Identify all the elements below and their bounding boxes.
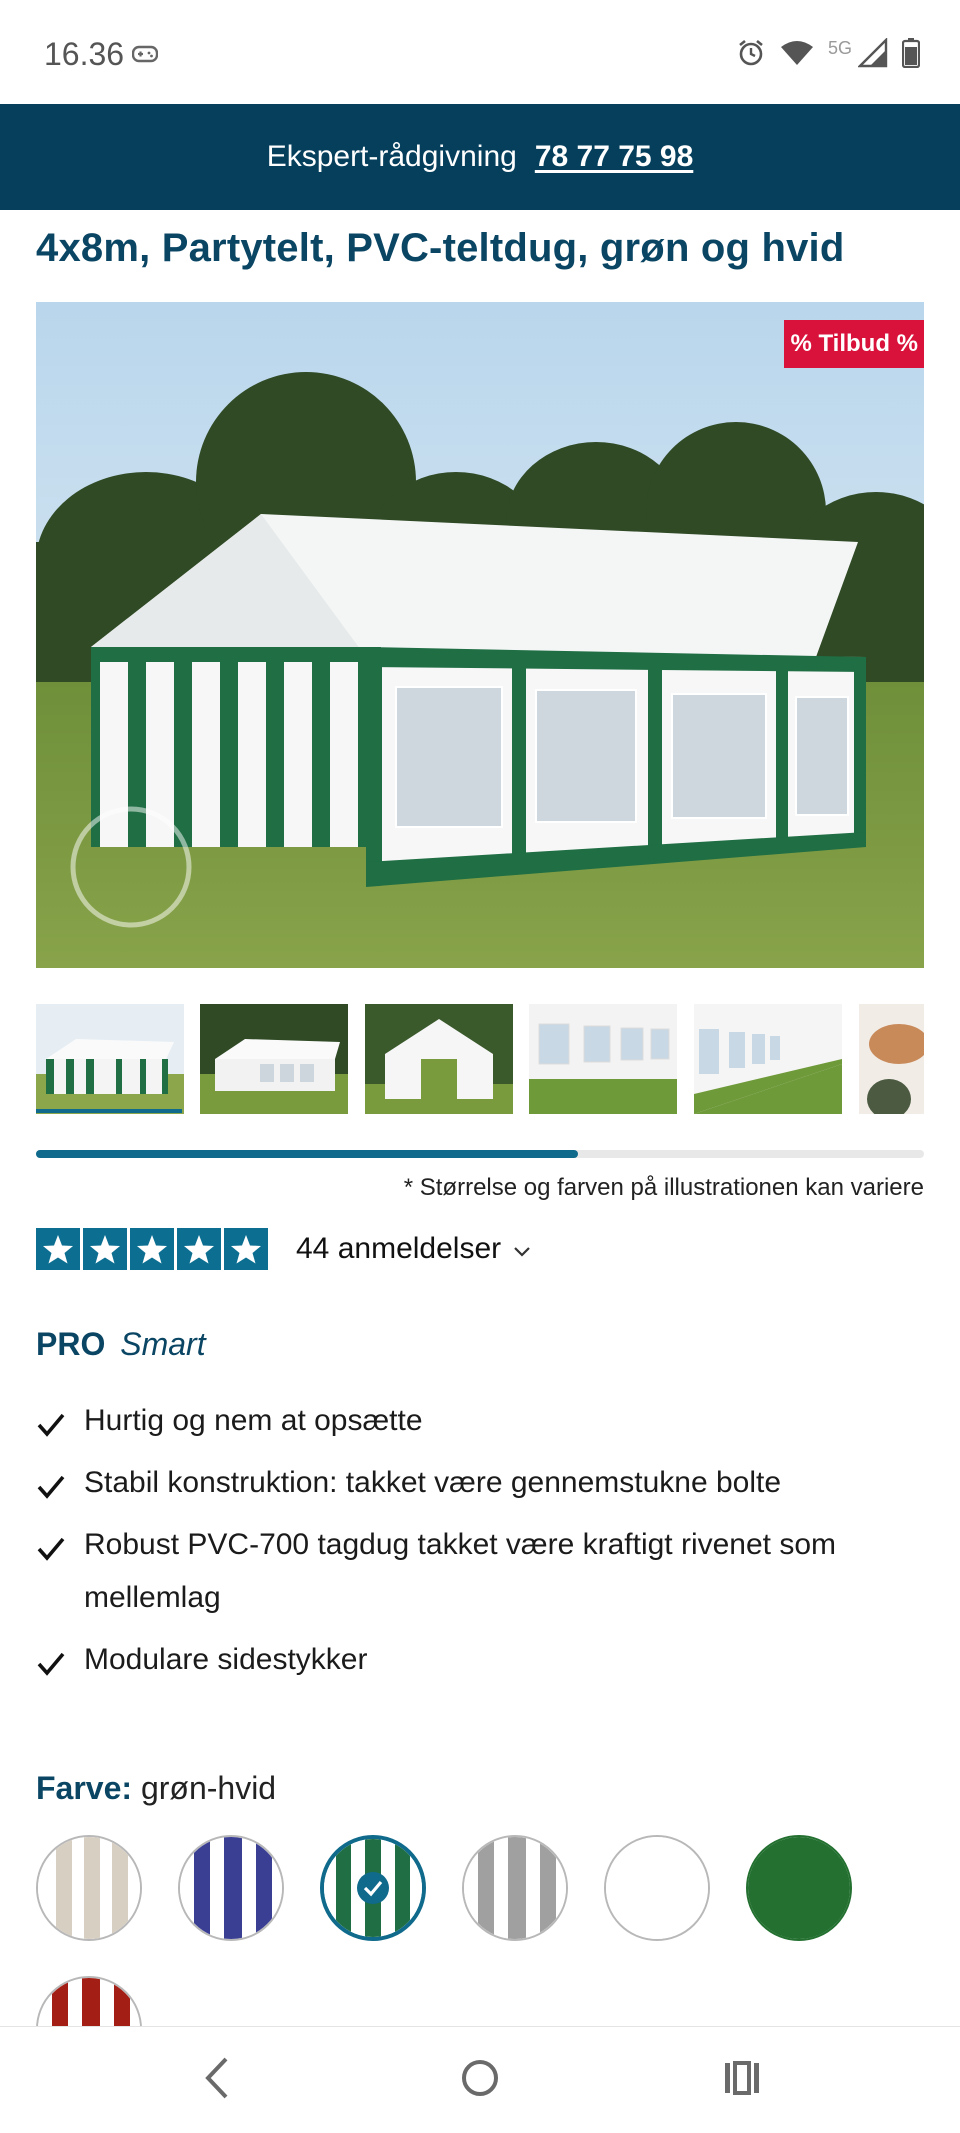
check-icon xyxy=(36,1466,66,1519)
thumbnail[interactable] xyxy=(529,1004,677,1114)
expert-label: Ekspert-rådgivning xyxy=(266,140,517,173)
offer-badge: % Tilbud % xyxy=(784,320,924,368)
feature-item: Robust PVC-700 tagdug takket være krafti… xyxy=(36,1518,916,1624)
thumbnail[interactable] xyxy=(200,1004,348,1114)
system-nav-bar xyxy=(0,2026,960,2133)
color-swatch-white[interactable] xyxy=(604,1835,710,1941)
expert-phone-link[interactable]: 78 77 75 98 xyxy=(535,140,693,174)
illustration-disclaimer: * Størrelse og farven på illustrationen … xyxy=(403,1174,924,1201)
star-icon xyxy=(83,1228,127,1270)
product-line-variant: Smart xyxy=(120,1326,206,1362)
feature-text: Robust PVC-700 tagdug takket være krafti… xyxy=(84,1528,837,1614)
thumbnail[interactable] xyxy=(694,1004,842,1114)
recents-icon[interactable] xyxy=(722,2053,762,2108)
wifi-icon xyxy=(780,39,814,72)
network-type: 5G xyxy=(827,38,852,58)
gallery-scrollbar[interactable] xyxy=(36,1150,924,1158)
color-swatch-blue-white[interactable] xyxy=(178,1835,284,1941)
game-controller-icon xyxy=(131,44,159,69)
star-icon xyxy=(177,1228,221,1270)
thumbnail-strip[interactable] xyxy=(36,1004,924,1114)
color-swatch-beige-white[interactable] xyxy=(36,1835,142,1941)
star-icon xyxy=(224,1228,268,1270)
feature-text: Stabil konstruktion: takket være gennems… xyxy=(84,1466,782,1499)
star-icon xyxy=(36,1228,80,1270)
feature-item: Modulare sidestykker xyxy=(36,1633,916,1686)
thumbnail[interactable] xyxy=(365,1004,513,1114)
back-icon[interactable] xyxy=(202,2053,232,2108)
expert-banner: Ekspert-rådgivning 78 77 75 98 xyxy=(0,104,960,210)
star-icon xyxy=(130,1228,174,1270)
reviews-toggle[interactable]: 44 anmeldelser xyxy=(296,1232,531,1266)
chevron-down-icon xyxy=(513,1232,531,1266)
color-swatch-grey-white[interactable] xyxy=(462,1835,568,1941)
color-label: Farve: grøn-hvid xyxy=(36,1770,276,1807)
color-swatch-green-white[interactable] xyxy=(320,1835,426,1941)
product-line-brand: PRO xyxy=(36,1326,106,1362)
check-icon xyxy=(36,1643,66,1696)
reviews-count: 44 anmeldelser xyxy=(296,1232,502,1265)
thumbnail[interactable] xyxy=(859,1004,924,1114)
thumbnail-active-indicator xyxy=(36,1109,182,1113)
battery-icon xyxy=(901,38,921,73)
alarm-icon xyxy=(736,38,766,73)
gallery-scrollbar-thumb[interactable] xyxy=(36,1150,578,1158)
signal-icon xyxy=(857,37,888,73)
check-icon xyxy=(36,1404,66,1457)
status-bar: 16.36 5G xyxy=(0,0,960,104)
color-selected-value: grøn-hvid xyxy=(140,1770,277,1806)
color-swatch-green[interactable] xyxy=(746,1835,852,1941)
feature-text: Modulare sidestykker xyxy=(84,1643,368,1676)
feature-text: Hurtig og nem at opsætte xyxy=(84,1404,423,1437)
thumbnail[interactable] xyxy=(36,1004,184,1114)
home-icon[interactable] xyxy=(460,2053,500,2108)
feature-list: Hurtig og nem at opsætte Stabil konstruk… xyxy=(36,1394,916,1695)
feature-item: Hurtig og nem at opsætte xyxy=(36,1394,916,1447)
star-rating xyxy=(36,1228,268,1270)
color-label-key: Farve: xyxy=(36,1770,133,1806)
product-title: 4x8m, Partytelt, PVC-teltdug, grøn og hv… xyxy=(36,226,845,270)
product-line: PRO Smart xyxy=(36,1326,206,1363)
rating-row[interactable]: 44 anmeldelser xyxy=(36,1228,531,1270)
status-time: 16.36 xyxy=(44,36,125,72)
check-icon xyxy=(36,1528,66,1581)
product-main-image[interactable]: % Tilbud % xyxy=(36,302,924,968)
feature-item: Stabil konstruktion: takket være gennems… xyxy=(36,1456,916,1509)
